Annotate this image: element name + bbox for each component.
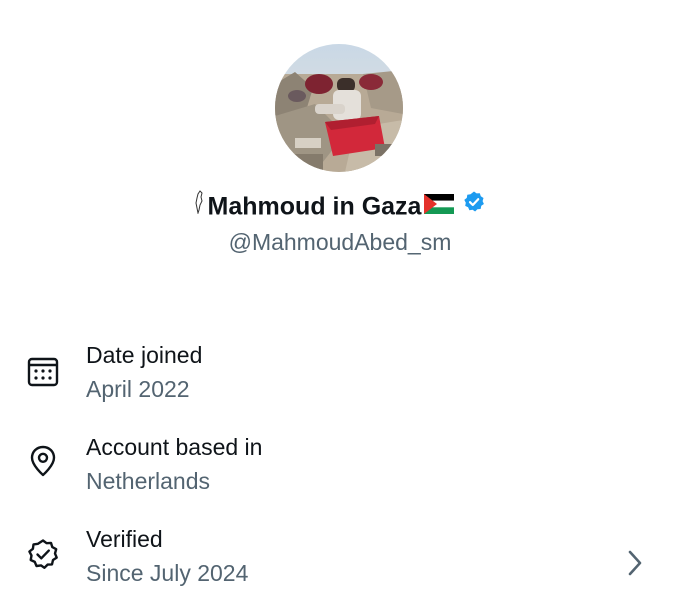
avatar-image (275, 44, 403, 172)
profile-handle[interactable]: @MahmoudAbed_sm (0, 228, 680, 256)
avatar[interactable] (275, 44, 403, 172)
account-based-in-label: Account based in (86, 434, 263, 460)
account-based-in-value: Netherlands (86, 468, 211, 494)
date-joined-value: April 2022 (86, 376, 190, 402)
verified-label: Verified (86, 526, 163, 552)
calendar-icon (27, 357, 59, 387)
verified-badge-icon[interactable] (462, 189, 486, 223)
verified-value: Since July 2024 (86, 560, 249, 586)
profile-name-row: Mahmoud in Gaza (0, 188, 680, 223)
palestine-flag-icon (424, 189, 455, 223)
location-pin-icon (30, 445, 56, 477)
about-row-account-based-in: Account based in Netherlands (0, 432, 680, 512)
date-joined-label: Date joined (86, 342, 203, 368)
about-row-date-joined: Date joined April 2022 (0, 340, 680, 420)
palestine-map-icon (194, 189, 204, 223)
about-row-verified[interactable]: Verified Since July 2024 (0, 524, 680, 604)
chevron-right-icon[interactable] (624, 548, 646, 578)
verified-check-icon (28, 539, 58, 569)
display-name[interactable]: Mahmoud in Gaza (208, 192, 422, 220)
